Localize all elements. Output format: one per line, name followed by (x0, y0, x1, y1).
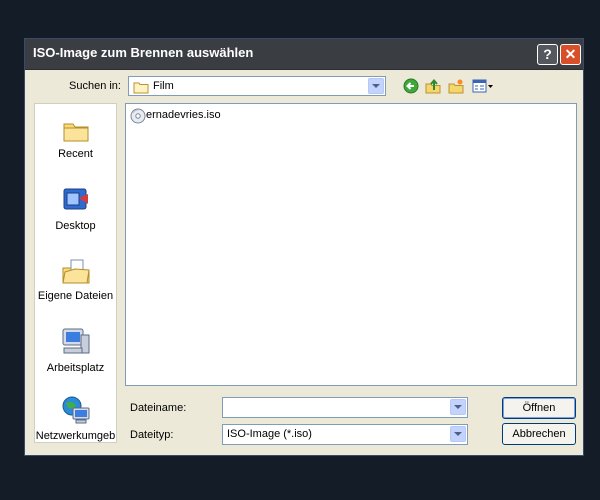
new-folder-icon[interactable] (448, 78, 464, 94)
place-label: Eigene Dateien (37, 290, 114, 302)
place-recent[interactable]: Recent (35, 116, 116, 160)
place-desktop[interactable]: Desktop (35, 186, 116, 232)
filename-field[interactable] (222, 397, 468, 418)
close-button[interactable]: ✕ (560, 44, 581, 65)
place-my-documents[interactable]: Eigene Dateien (35, 256, 116, 302)
filetype-dropdown[interactable]: ISO-Image (*.iso) (222, 424, 468, 445)
view-menu-icon[interactable] (472, 78, 494, 94)
title-bar[interactable]: ISO-Image zum Brennen auswählen ? ✕ (25, 39, 583, 70)
up-folder-icon[interactable] (425, 78, 441, 94)
cancel-button[interactable]: Abbrechen (502, 423, 576, 445)
lookin-value: Film (153, 80, 174, 92)
network-icon (62, 396, 89, 424)
recent-icon (63, 123, 88, 142)
place-my-computer[interactable]: Arbeitsplatz (35, 326, 116, 374)
help-button[interactable]: ? (537, 44, 558, 65)
place-label: Recent (58, 148, 93, 160)
places-bar: Recent Desktop Eigene Dateien Arbeitspla… (34, 103, 117, 443)
place-network[interactable]: Netzwerkumgeb (35, 394, 116, 442)
place-label: Arbeitsplatz (46, 362, 105, 374)
open-button[interactable]: Öffnen (502, 397, 576, 419)
back-arrow-icon[interactable] (403, 78, 419, 94)
lookin-label: Suchen in: (69, 80, 121, 92)
place-label: Desktop (55, 220, 96, 232)
file-name: ernadevries.iso (146, 109, 221, 121)
file-open-dialog: ISO-Image zum Brennen auswählen ? ✕ Such… (24, 38, 584, 456)
folder-icon (133, 82, 149, 94)
dialog-title: ISO-Image zum Brennen auswählen (33, 45, 254, 60)
place-label: Netzwerkumgeb (35, 430, 116, 442)
filetype-value: ISO-Image (*.iso) (227, 428, 312, 440)
disc-image-icon (130, 108, 146, 124)
desktop-icon (63, 188, 88, 210)
chevron-down-icon[interactable] (368, 78, 384, 94)
my-computer-icon (62, 328, 89, 354)
chevron-down-icon[interactable] (450, 426, 466, 442)
filename-label: Dateiname: (130, 402, 187, 414)
filetype-label: Dateityp: (130, 429, 174, 441)
chevron-down-icon[interactable] (450, 399, 466, 415)
my-documents-icon (61, 259, 90, 284)
close-icon: ✕ (564, 46, 577, 62)
file-list[interactable]: ernadevries.iso (125, 103, 577, 386)
lookin-dropdown[interactable]: Film (128, 76, 386, 96)
